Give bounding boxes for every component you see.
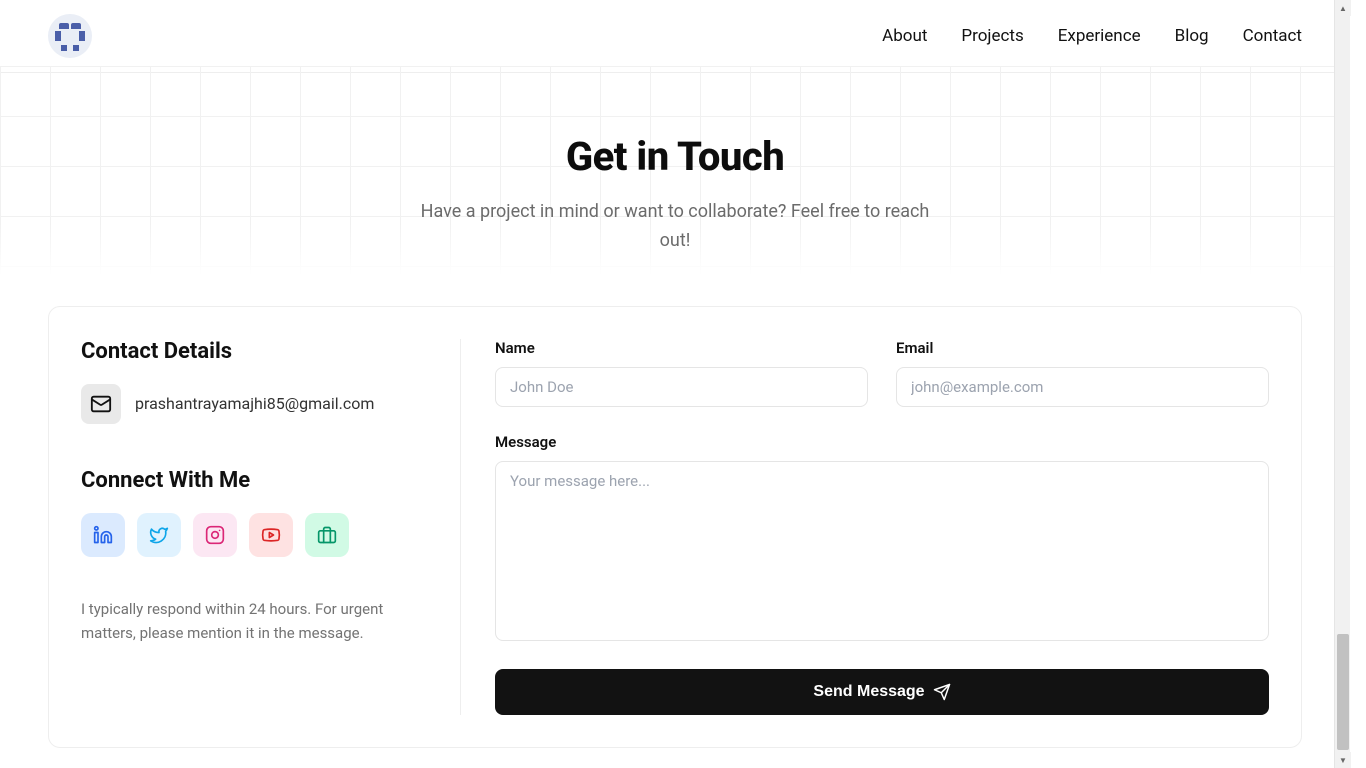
send-message-label: Send Message — [813, 683, 924, 701]
portfolio-link[interactable] — [305, 513, 349, 557]
briefcase-icon — [317, 525, 337, 545]
youtube-link[interactable] — [249, 513, 293, 557]
nav-experience[interactable]: Experience — [1058, 26, 1141, 46]
message-input[interactable] — [495, 461, 1269, 641]
nav-about[interactable]: About — [882, 26, 927, 46]
twitter-icon — [149, 525, 169, 545]
name-label: Name — [495, 339, 868, 357]
mail-icon — [81, 384, 121, 424]
contact-details-heading: Contact Details — [81, 339, 440, 364]
email-label: Email — [896, 339, 1269, 357]
page-title: Get in Touch — [0, 133, 1350, 180]
contact-details-column: Contact Details prashantrayamajhi85@gmai… — [81, 339, 461, 715]
send-icon — [933, 683, 951, 701]
instagram-link[interactable] — [193, 513, 237, 557]
name-input[interactable] — [495, 367, 868, 407]
email-text[interactable]: prashantrayamajhi85@gmail.com — [135, 394, 374, 413]
main-nav: About Projects Experience Blog Contact — [882, 26, 1302, 46]
header: About Projects Experience Blog Contact — [0, 0, 1350, 73]
contact-form: Name Email Message Send Message — [495, 339, 1269, 715]
email-input[interactable] — [896, 367, 1269, 407]
response-note: I typically respond within 24 hours. For… — [81, 597, 440, 645]
nav-projects[interactable]: Projects — [961, 26, 1023, 46]
linkedin-icon — [93, 525, 113, 545]
twitter-link[interactable] — [137, 513, 181, 557]
scroll-thumb[interactable] — [1337, 634, 1349, 750]
scroll-down-arrow[interactable]: ▼ — [1335, 752, 1351, 768]
social-links — [81, 513, 440, 557]
youtube-icon — [261, 525, 281, 545]
nav-contact[interactable]: Contact — [1243, 26, 1302, 46]
logo[interactable] — [48, 14, 92, 58]
contact-card: Contact Details prashantrayamajhi85@gmai… — [48, 306, 1302, 748]
connect-heading: Connect With Me — [81, 468, 440, 493]
page-subtitle: Have a project in mind or want to collab… — [405, 198, 945, 256]
send-message-button[interactable]: Send Message — [495, 669, 1269, 715]
hero-section: Get in Touch Have a project in mind or w… — [0, 73, 1350, 256]
nav-blog[interactable]: Blog — [1175, 26, 1209, 46]
email-row: prashantrayamajhi85@gmail.com — [81, 384, 440, 424]
message-label: Message — [495, 433, 1269, 451]
scroll-up-arrow[interactable]: ▲ — [1335, 0, 1351, 16]
instagram-icon — [205, 525, 225, 545]
linkedin-link[interactable] — [81, 513, 125, 557]
